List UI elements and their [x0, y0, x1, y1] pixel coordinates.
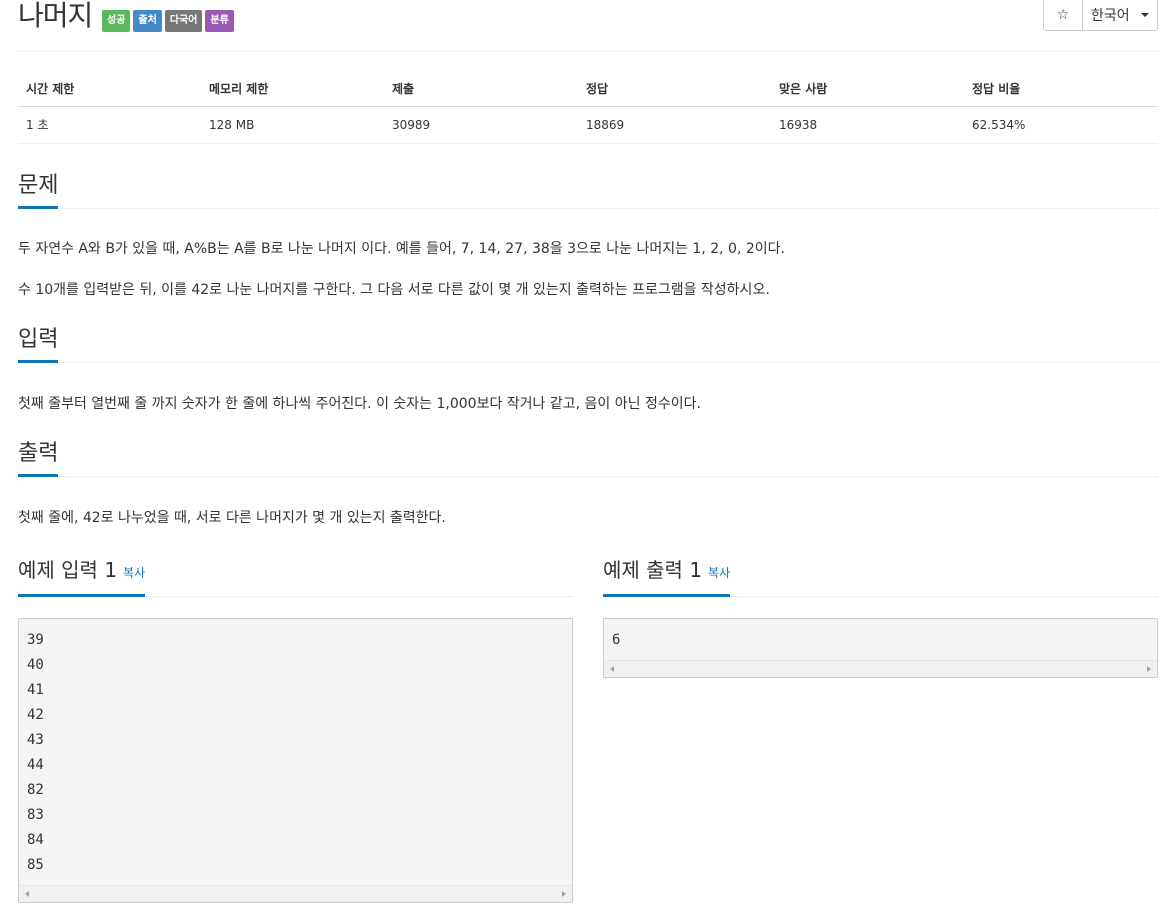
problem-info-table: 시간 제한 메모리 제한 제출 정답 맞은 사람 정답 비율 1 초 128 M…	[18, 72, 1158, 144]
copy-input-button[interactable]: 복사	[123, 566, 145, 580]
header-ratio: 정답 비율	[964, 72, 1158, 107]
value-ratio: 62.534%	[964, 106, 1158, 144]
input-heading: 입력	[18, 326, 59, 363]
header-accepted: 정답	[578, 72, 771, 107]
sample-output-header: 예제 출력 1 복사	[603, 556, 1158, 597]
value-memory-limit: 128 MB	[201, 106, 384, 144]
output-section-header: 출력	[18, 440, 1158, 477]
sample-output-heading: 예제 출력 1 복사	[603, 556, 731, 597]
sample-input-box: 39 40 41 42 43 44 82 83 84 85	[18, 618, 573, 903]
value-solvers: 16938	[771, 106, 964, 144]
page-title: 나머지	[18, 0, 93, 32]
info-value-row: 1 초 128 MB 30989 18869 16938 62.534%	[18, 106, 1158, 144]
header-submissions: 제출	[384, 72, 578, 107]
sample-input-title: 예제 입력 1	[18, 558, 118, 582]
output-heading: 출력	[18, 440, 59, 477]
value-submissions: 30989	[384, 106, 578, 144]
scroll-left-icon[interactable]	[25, 891, 29, 897]
header-solvers: 맞은 사람	[771, 72, 964, 107]
category-badge[interactable]: 분류	[205, 10, 234, 32]
source-badge[interactable]: 출처	[133, 10, 162, 32]
problem-paragraph-2: 수 10개를 입력받은 뒤, 이를 42로 나눈 나머지를 구한다. 그 다음 …	[18, 282, 770, 298]
star-icon: ☆	[1056, 6, 1070, 23]
horizontal-scrollbar[interactable]	[604, 660, 1157, 677]
header-memory-limit: 메모리 제한	[201, 72, 384, 107]
sample-input-header: 예제 입력 1 복사	[18, 556, 573, 597]
value-time-limit: 1 초	[18, 106, 201, 144]
copy-output-button[interactable]: 복사	[708, 566, 730, 580]
multilang-badge[interactable]: 다국어	[164, 10, 203, 32]
sample-input-content: 39 40 41 42 43 44 82 83 84 85	[27, 632, 44, 873]
header-time-limit: 시간 제한	[18, 72, 201, 107]
problem-heading: 문제	[18, 172, 59, 209]
language-label: 한국어	[1091, 7, 1130, 24]
problem-paragraph-1: 두 자연수 A와 B가 있을 때, A%B는 A를 B로 나눈 나머지 이다. …	[18, 241, 785, 257]
caret-down-icon	[1141, 12, 1149, 17]
input-section-header: 입력	[18, 326, 1158, 363]
problem-actions: ☆ 한국어	[1043, 0, 1158, 31]
problem-title-row: 나머지 성공 출처 다국어 분류 ☆ 한국어	[18, 0, 1158, 52]
language-dropdown[interactable]: 한국어	[1082, 0, 1158, 31]
scroll-left-icon[interactable]	[610, 666, 614, 672]
problem-section-header: 문제	[18, 172, 1158, 209]
sample-input-heading: 예제 입력 1 복사	[18, 556, 146, 597]
info-header-row: 시간 제한 메모리 제한 제출 정답 맞은 사람 정답 비율	[18, 72, 1158, 107]
sample-output-box: 6	[603, 618, 1158, 678]
output-description: 첫째 줄에, 42로 나누었을 때, 서로 다른 나머지가 몇 개 있는지 출력…	[18, 510, 446, 526]
sample-output-content: 6	[612, 632, 621, 648]
favorite-button[interactable]: ☆	[1043, 0, 1083, 31]
success-badge[interactable]: 성공	[102, 10, 131, 32]
value-accepted: 18869	[578, 106, 771, 144]
problem-labels: 성공 출처 다국어 분류	[102, 10, 234, 32]
scroll-right-icon[interactable]	[1147, 666, 1151, 672]
input-description: 첫째 줄부터 열번째 줄 까지 숫자가 한 줄에 하나씩 주어진다. 이 숫자는…	[18, 396, 701, 412]
scroll-right-icon[interactable]	[562, 891, 566, 897]
sample-output-title: 예제 출력 1	[603, 558, 703, 582]
horizontal-scrollbar[interactable]	[19, 885, 572, 902]
